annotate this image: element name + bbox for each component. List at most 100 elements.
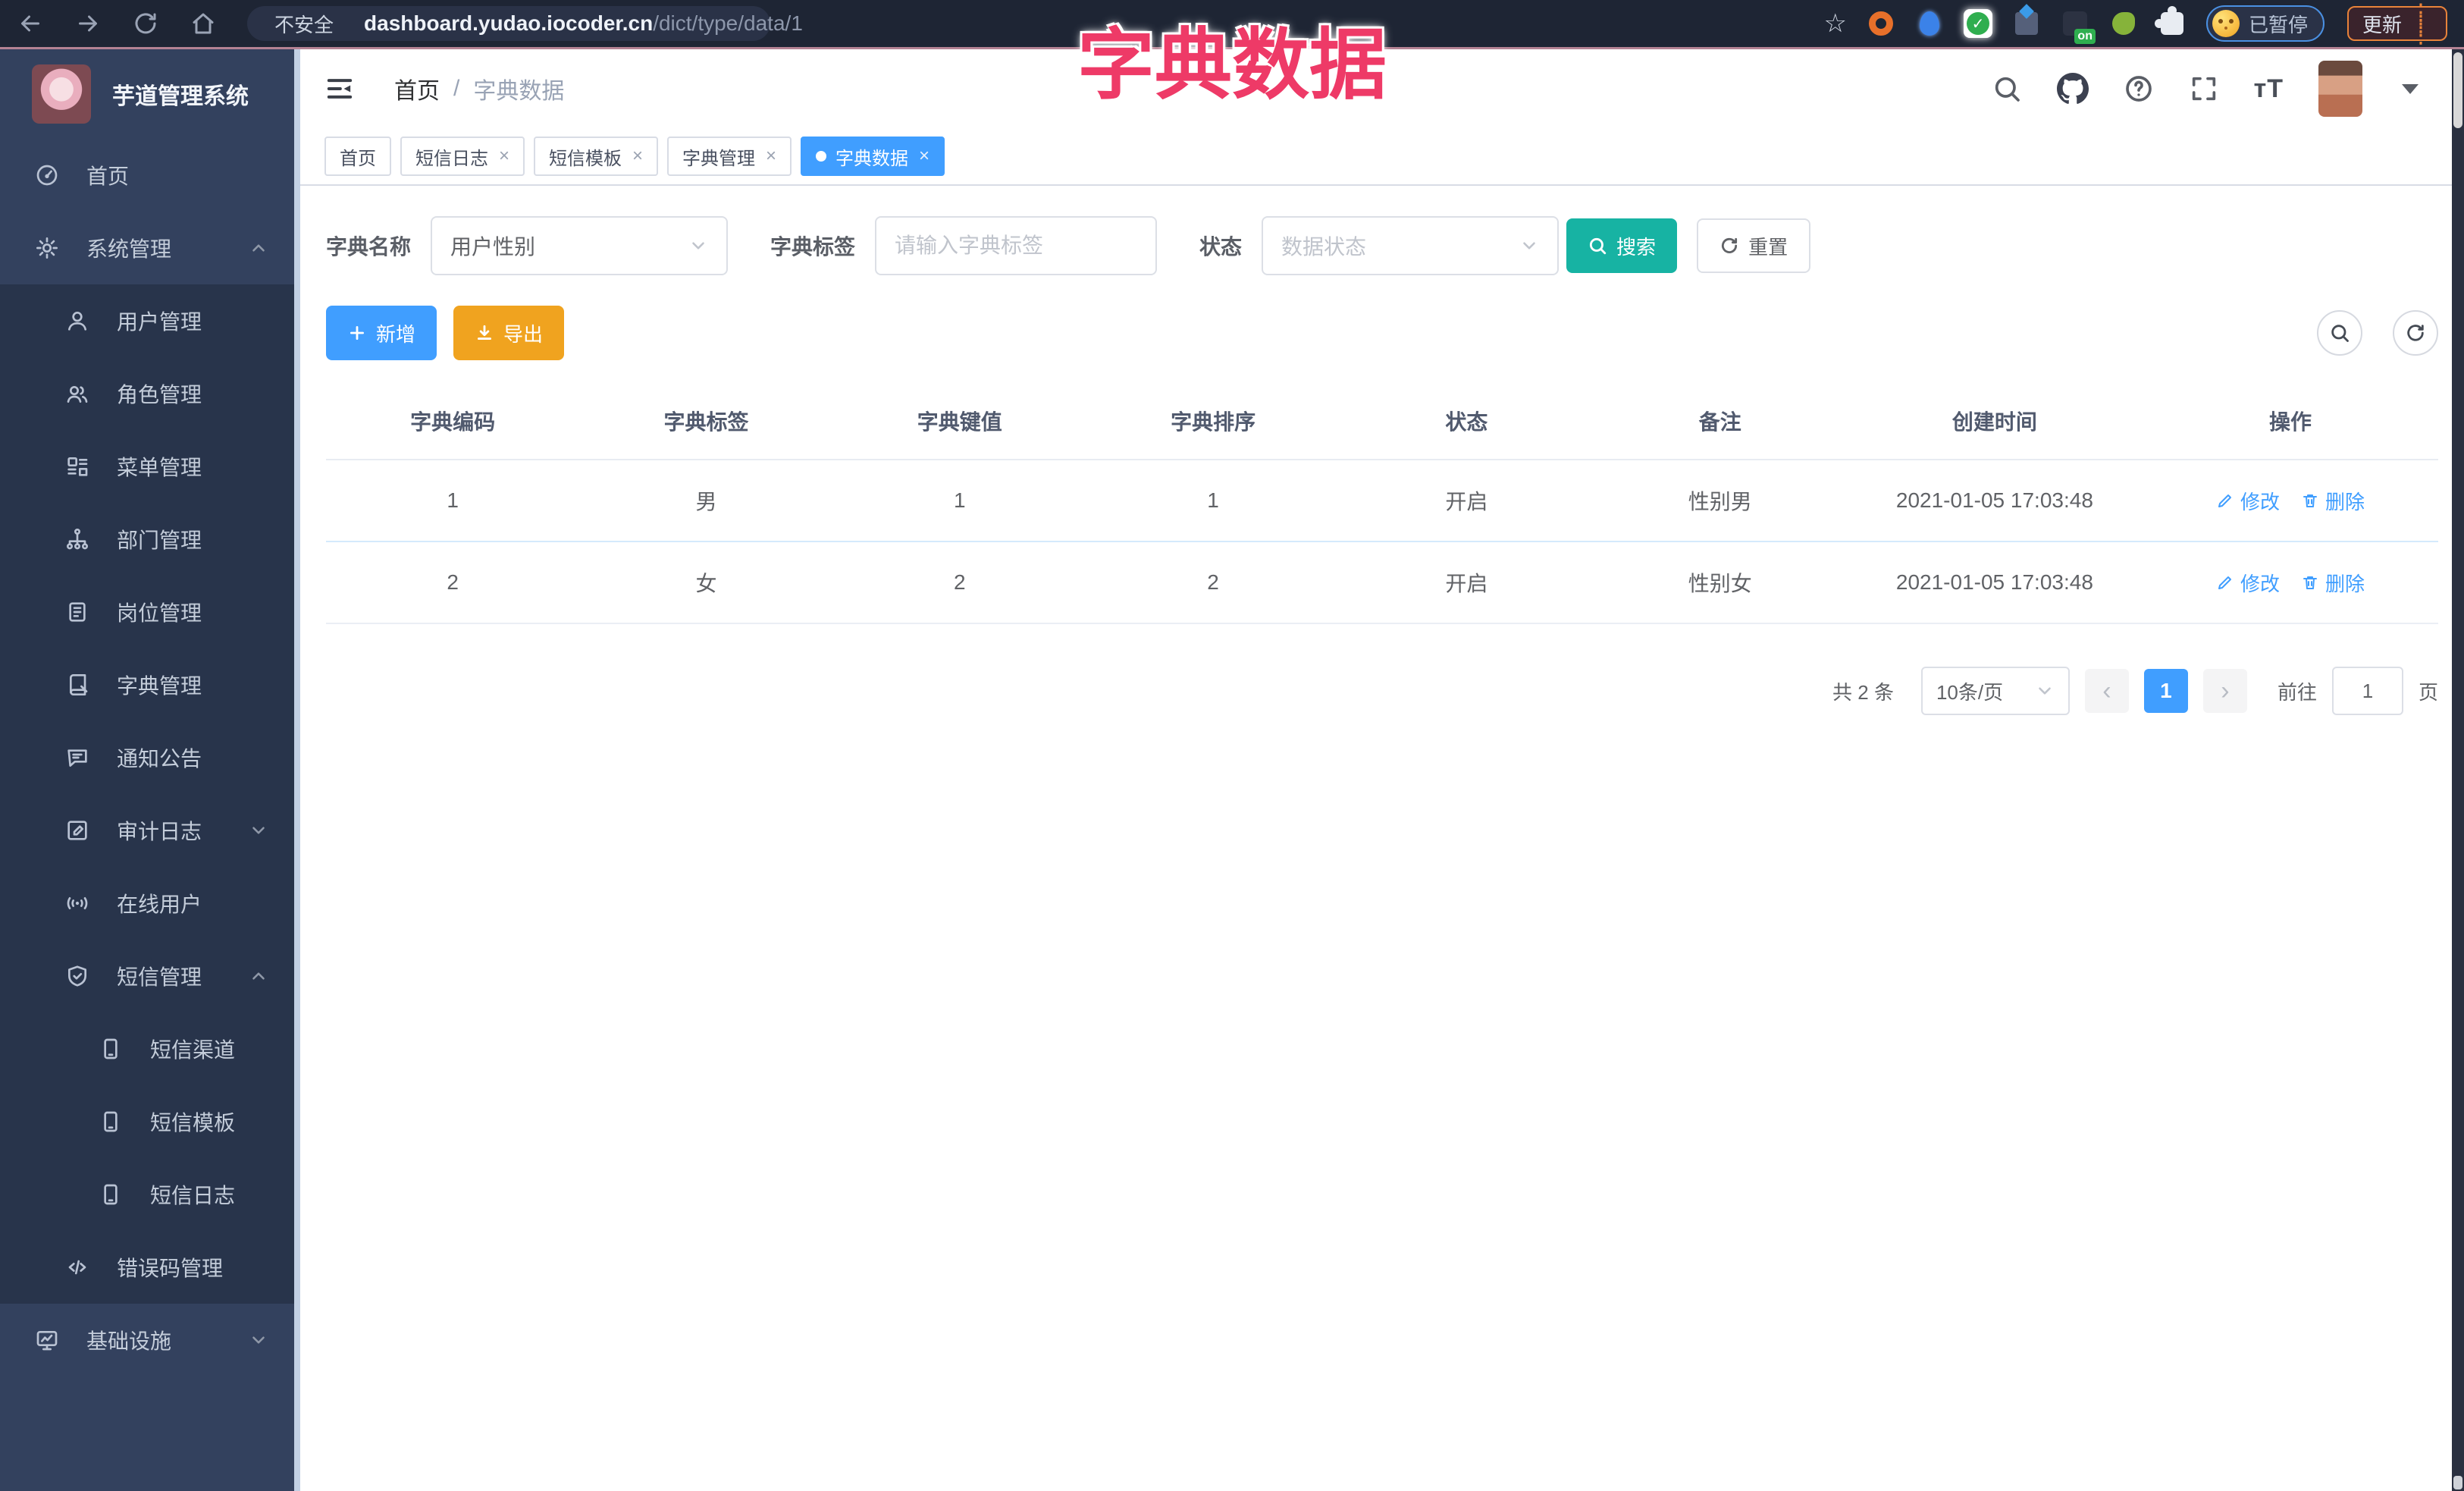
extension-adblock-icon[interactable]	[1867, 9, 1895, 38]
sidebar-item-menus[interactable]: 菜单管理	[0, 430, 300, 503]
prev-page-button[interactable]: ‹	[2084, 669, 2129, 713]
edit-link[interactable]: 修改	[2216, 569, 2280, 597]
add-button[interactable]: 新增	[326, 306, 437, 360]
scrollbar-thumb[interactable]	[2453, 52, 2462, 128]
delete-link[interactable]: 删除	[2301, 487, 2365, 515]
status-select[interactable]: 数据状态	[1262, 216, 1560, 275]
sidebar-item-online-users[interactable]: 在线用户	[0, 867, 300, 940]
fullscreen-icon[interactable]	[2189, 74, 2219, 104]
chevron-down-icon	[252, 1336, 265, 1344]
dictionary-book-icon	[70, 674, 88, 695]
tab-sms-template[interactable]: 短信模板 ×	[534, 137, 659, 176]
back-icon[interactable]	[17, 10, 44, 37]
next-page-button[interactable]: ›	[2202, 669, 2247, 713]
tab-dict-data[interactable]: 字典数据 ×	[801, 137, 945, 176]
export-button[interactable]: 导出	[453, 306, 565, 360]
current-page[interactable]: 1	[2143, 669, 2188, 713]
breadcrumb-home[interactable]: 首页	[394, 72, 440, 105]
home-icon[interactable]	[190, 10, 217, 37]
sidebar-item-home[interactable]: 首页	[0, 139, 300, 212]
tab-sms-log[interactable]: 短信日志 ×	[400, 137, 525, 176]
page-scrollbar[interactable]	[2452, 49, 2464, 1491]
extension-stats-icon[interactable]	[2012, 9, 2041, 38]
extension-check-icon[interactable]: ✓	[1963, 9, 1992, 38]
search-icon[interactable]	[1992, 74, 2022, 104]
forward-icon[interactable]	[74, 10, 102, 37]
sidebar-item-infrastructure[interactable]: 基础设施	[0, 1304, 300, 1376]
sidebar-item-dict[interactable]: 字典管理	[0, 648, 300, 721]
sidebar-item-sms-template[interactable]: 短信模板	[0, 1085, 300, 1158]
security-label[interactable]: 不安全	[274, 10, 334, 38]
extension-drop-icon[interactable]	[1915, 9, 1944, 38]
sidebar-item-sms[interactable]: 短信管理	[0, 940, 300, 1012]
collapse-sidebar-icon[interactable]	[324, 74, 355, 104]
refresh-icon	[2407, 325, 2424, 341]
app-title: 芋道管理系统	[112, 84, 249, 109]
help-icon[interactable]	[2124, 74, 2154, 104]
sidebar-logo-row[interactable]: 芋道管理系统	[0, 49, 300, 139]
profile-status-label: 已暂停	[2248, 13, 2308, 36]
extensions-puzzle-icon[interactable]	[2154, 6, 2187, 38]
table-row: 2 女 2 2 开启 性别女 2021-01-05 17:03:48 修改 删除	[326, 541, 2438, 624]
dict-tag-input[interactable]	[895, 218, 1138, 274]
edit-link[interactable]: 修改	[2216, 487, 2280, 515]
trash-icon	[2303, 576, 2317, 589]
toggle-search-button[interactable]	[2317, 310, 2362, 356]
page-size-select[interactable]: 10条/页	[1920, 667, 2070, 715]
filter-form: 字典名称 用户性别 字典标签 状态 数据状态 搜索	[326, 216, 2438, 275]
close-icon[interactable]: ×	[766, 146, 776, 167]
chevron-up-icon	[252, 972, 265, 980]
edit-pencil-icon	[2218, 494, 2231, 507]
extension-on-badge-icon[interactable]: on	[2061, 9, 2096, 44]
bookmark-star-icon[interactable]: ☆	[1823, 8, 1846, 39]
sidebar-item-sms-log[interactable]: 短信日志	[0, 1158, 300, 1231]
goto-page-input[interactable]	[2331, 667, 2403, 715]
sidebar-submenu-system: 用户管理 角色管理 菜单管理 部门管理 岗位管理 字典管理 通知公告 审计日志 …	[0, 284, 300, 1304]
sidebar-item-users[interactable]: 用户管理	[0, 284, 300, 357]
search-icon	[2331, 325, 2349, 342]
sidebar-item-error-code[interactable]: 错误码管理	[0, 1231, 300, 1304]
sidebar-item-audit-log[interactable]: 审计日志	[0, 794, 300, 867]
sidebar-item-sms-channel[interactable]: 短信渠道	[0, 1012, 300, 1085]
browser-update-button[interactable]: 更新 ⋮ ⋮ ⋮	[2346, 1, 2447, 46]
status-label: 状态	[1199, 235, 1243, 259]
close-icon[interactable]: ×	[632, 146, 643, 167]
sidebar-item-system[interactable]: 系统管理	[0, 212, 300, 284]
table-toolbar: 新增 导出	[326, 306, 2438, 360]
refresh-table-button[interactable]	[2393, 310, 2438, 356]
github-icon[interactable]	[2056, 73, 2089, 105]
trash-icon	[2303, 494, 2317, 507]
dict-name-label: 字典名称	[326, 235, 412, 259]
col-dict-sort: 字典排序	[1086, 383, 1340, 460]
address-bar[interactable]: 不安全 dashboard.yudao.iocoder.cn /dict/typ…	[247, 6, 803, 41]
sidebar-item-departments[interactable]: 部门管理	[0, 503, 300, 576]
sidebar-item-roles[interactable]: 角色管理	[0, 357, 300, 430]
dashboard-icon	[36, 165, 58, 186]
code-icon	[68, 1260, 86, 1275]
sidebar-scrollbar[interactable]	[294, 49, 300, 1491]
monitor-icon	[36, 1331, 58, 1351]
search-button[interactable]: 搜索	[1566, 218, 1678, 273]
phone-icon	[104, 1111, 118, 1132]
user-avatar[interactable]	[2318, 61, 2362, 117]
extension-sprout-icon[interactable]	[2109, 9, 2138, 38]
sidebar-item-notice[interactable]: 通知公告	[0, 721, 300, 794]
breadcrumb: 首页 / 字典数据	[394, 72, 564, 105]
browser-profile-pill[interactable]: 已暂停	[2205, 5, 2324, 42]
col-status: 状态	[1340, 383, 1594, 460]
avatar-dropdown-caret-icon[interactable]	[2402, 83, 2419, 94]
sidebar-item-positions[interactable]: 岗位管理	[0, 576, 300, 648]
dict-data-table: 字典编码 字典标签 字典键值 字典排序 状态 备注 创建时间 操作 1 男 1	[326, 383, 2438, 624]
close-icon[interactable]: ×	[919, 146, 929, 167]
delete-link[interactable]: 删除	[2301, 569, 2365, 597]
close-icon[interactable]: ×	[499, 146, 509, 167]
dict-name-select[interactable]: 用户性别	[431, 216, 729, 275]
breadcrumb-current: 字典数据	[473, 79, 565, 104]
reset-button[interactable]: 重置	[1697, 218, 1811, 273]
tab-home[interactable]: 首页	[324, 137, 391, 176]
table-row: 1 男 1 1 开启 性别男 2021-01-05 17:03:48 修改 删除	[326, 460, 2438, 542]
tab-dict-manage[interactable]: 字典管理 ×	[667, 137, 792, 176]
font-size-icon[interactable]: тT	[2254, 74, 2284, 104]
reload-icon[interactable]	[132, 10, 159, 37]
browser-menu-icon[interactable]: ⋮ ⋮ ⋮	[2409, 1, 2432, 46]
